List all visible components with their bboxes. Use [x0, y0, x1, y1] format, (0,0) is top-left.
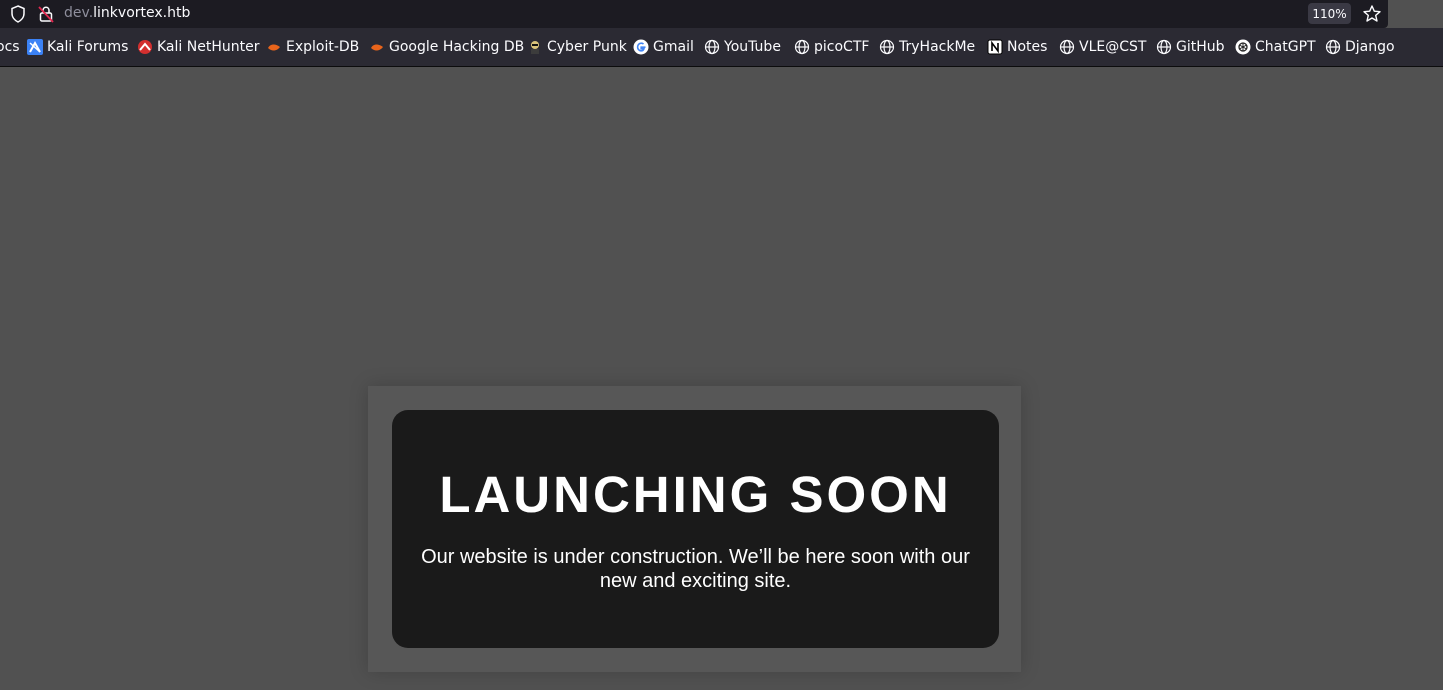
bookmark-tryhackme[interactable]: TryHackMe	[879, 28, 975, 66]
bookmark-chatgpt[interactable]: ChatGPT	[1235, 28, 1316, 66]
bookmark-label: Kali NetHunter	[157, 39, 260, 55]
globe-icon	[879, 39, 895, 55]
notion-icon	[987, 39, 1003, 55]
bookmark-label: GitHub	[1176, 39, 1225, 55]
bookmark-label: Django	[1345, 39, 1395, 55]
page-title: LAUNCHING SOON	[439, 466, 952, 523]
bookmark-label: VLE@CST	[1079, 39, 1147, 55]
bookmark-label: Exploit-DB	[286, 39, 360, 55]
bookmark-label: Cyber Punk	[547, 39, 627, 55]
kali-icon	[27, 39, 43, 55]
url-text[interactable]: dev.linkvortex.htb	[64, 5, 190, 21]
exploit-db-icon	[369, 39, 385, 55]
nethunter-icon	[137, 39, 153, 55]
bookmark-label: Gmail	[653, 39, 694, 55]
bookmark-youtube[interactable]: YouTube	[704, 28, 781, 66]
bookmark-google-hacking-db[interactable]: Google Hacking DB	[369, 28, 524, 66]
globe-icon	[704, 39, 720, 55]
bookmark-kali-nethunter[interactable]: Kali NetHunter	[137, 28, 259, 66]
bookmark-label: TryHackMe	[899, 39, 976, 55]
address-bar[interactable]: dev.linkvortex.htb 110%	[0, 0, 1388, 28]
bookmark-gmail[interactable]: Gmail	[633, 28, 694, 66]
exploit-db-icon	[266, 39, 282, 55]
bookmark-cyber-punk[interactable]: Cyber Punk	[527, 28, 627, 66]
bookmark-label: picoCTF	[814, 39, 870, 55]
bookmark-label: Google Hacking DB	[389, 39, 525, 55]
bookmark-label: Notes	[1007, 39, 1048, 55]
bookmark-label: ChatGPT	[1255, 39, 1316, 55]
launch-card: LAUNCHING SOON Our website is under cons…	[392, 410, 999, 648]
google-icon	[633, 39, 649, 55]
globe-icon	[1156, 39, 1172, 55]
construction-message: Our website is under construction. We’ll…	[421, 546, 970, 592]
bookmark-django[interactable]: Django	[1325, 28, 1395, 66]
bookmarks-toolbar: ocs Kali Forums Kali NetHunter Exploit-D…	[0, 28, 1443, 67]
bookmark-vle-cst[interactable]: VLE@CST	[1059, 28, 1146, 66]
bookmark-label: YouTube	[724, 39, 781, 55]
bookmark-label: ocs	[0, 39, 20, 55]
globe-icon	[1059, 39, 1075, 55]
bookmark-docs[interactable]: ocs	[0, 28, 20, 66]
zoom-level-button[interactable]: 110%	[1308, 3, 1351, 24]
bookmark-exploit-db[interactable]: Exploit-DB	[266, 28, 359, 66]
bookmark-notes[interactable]: Notes	[987, 28, 1047, 66]
shield-icon[interactable]	[10, 5, 26, 27]
globe-icon	[1325, 39, 1341, 55]
bookmark-kali-forums[interactable]: Kali Forums	[27, 28, 128, 66]
bookmark-label: Kali Forums	[47, 39, 129, 55]
bookmark-star-icon[interactable]	[1362, 4, 1382, 28]
cyberpunk-icon	[527, 39, 543, 55]
globe-icon	[794, 39, 810, 55]
bookmark-github[interactable]: GitHub	[1156, 28, 1225, 66]
bookmark-picoctf[interactable]: picoCTF	[794, 28, 869, 66]
chatgpt-icon	[1235, 39, 1251, 55]
insecure-lock-icon[interactable]	[38, 5, 54, 27]
